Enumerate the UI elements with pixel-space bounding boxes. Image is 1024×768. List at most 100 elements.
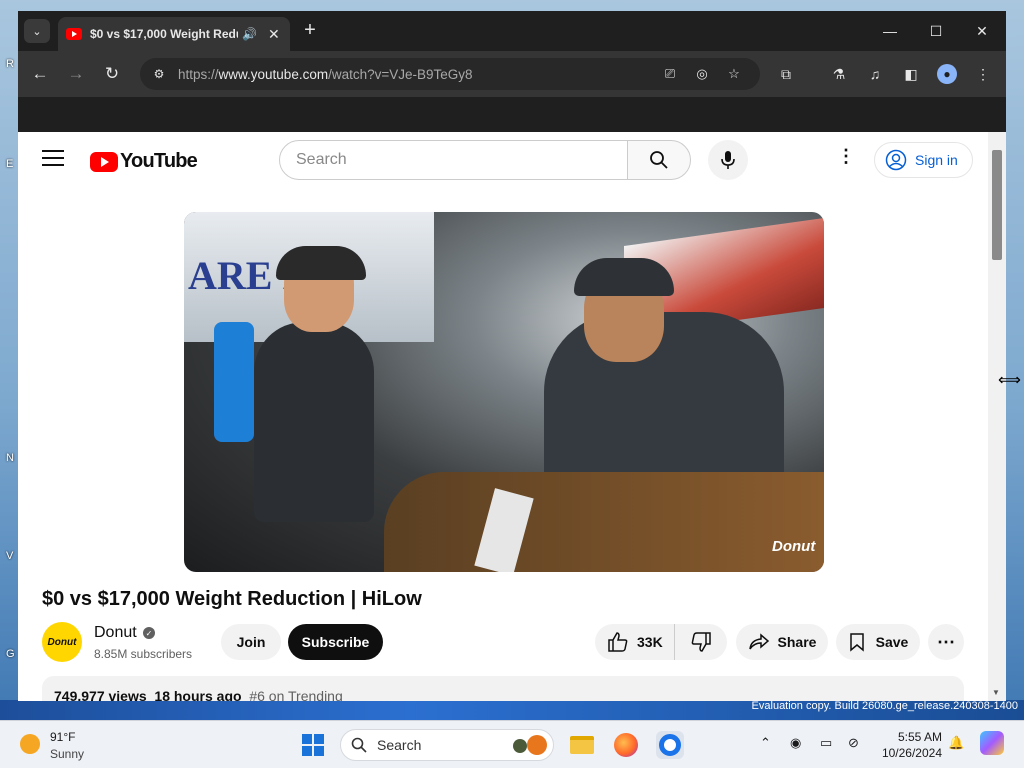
channel-avatar[interactable]: Donut (42, 622, 82, 662)
owner-row: Donut Donut ✓ 8.85M subscribers Join Sub… (42, 622, 972, 662)
scroll-down-arrow-icon[interactable]: ▼ (992, 688, 1000, 697)
copilot-eye-icon[interactable]: ◉ (790, 735, 801, 751)
video-pants (384, 472, 824, 572)
thumbs-up-icon (608, 632, 628, 652)
speaker-icon[interactable]: 🔊 (242, 27, 258, 41)
search-input[interactable] (279, 140, 628, 180)
video-cap-left (276, 246, 366, 280)
search-button[interactable] (627, 140, 691, 180)
video-cap-right (574, 258, 674, 296)
youtube-favicon-icon (66, 28, 82, 40)
share-icon (748, 633, 769, 650)
share-button[interactable]: Share (736, 624, 828, 660)
evaluation-watermark: Evaluation copy. Build 26080.ge_release.… (751, 700, 1018, 712)
dislike-button[interactable] (675, 624, 727, 660)
save-button[interactable]: Save (836, 624, 920, 660)
side-panel-icon[interactable]: ◧ (900, 63, 922, 85)
account-icon (885, 149, 907, 171)
sign-in-button[interactable]: Sign in (874, 142, 973, 178)
halloween-gourd-icon (513, 739, 527, 753)
weather-condition[interactable]: Sunny (50, 747, 84, 761)
description-box[interactable]: 749,977 views 18 hours ago #6 on Trendin… (42, 676, 964, 701)
donut-watermark: Donut (772, 538, 816, 555)
verified-badge-icon: ✓ (143, 627, 155, 639)
video-blue-car (214, 322, 254, 442)
back-button[interactable]: ← (26, 61, 54, 87)
upload-age: 18 hours ago (154, 688, 242, 701)
youtube-page: YouTube ⋮ Sign in ARE P (18, 132, 988, 701)
url-text[interactable]: https://www.youtube.com/watch?v=VJe-B9Te… (178, 67, 473, 82)
new-tab-button[interactable]: + (298, 19, 322, 41)
youtube-play-icon (90, 151, 118, 172)
browser-toolbar: ← → ↻ ⚙ https://www.youtube.com/watch?v=… (18, 51, 1006, 97)
chrome-icon[interactable] (656, 731, 684, 759)
settings-more-icon[interactable]: ⋮ (834, 146, 858, 174)
tab-bar: ⌄ $0 vs $17,000 Weight Reduc 🔊 ✕ + — ☐ ✕ (18, 11, 1006, 51)
toolbar-spacer (18, 97, 1006, 132)
halloween-pumpkin-icon (527, 735, 547, 755)
page-scrollbar[interactable]: ▼ (988, 132, 1006, 701)
display-icon[interactable]: ▭ (820, 735, 832, 751)
video-player[interactable]: ARE P Donut (184, 212, 824, 572)
channel-name[interactable]: Donut (94, 624, 137, 642)
voice-search-button[interactable] (708, 140, 748, 180)
tab-title: $0 vs $17,000 Weight Reduc (90, 27, 238, 41)
reload-button[interactable]: ↻ (98, 61, 126, 87)
system-clock[interactable]: 5:55 AM 10/26/2024 (876, 729, 942, 761)
video-title: $0 vs $17,000 Weight Reduction | HiLow (42, 588, 422, 610)
labs-icon[interactable]: ⚗ (828, 63, 850, 85)
hamburger-menu-icon[interactable] (42, 150, 64, 168)
install-app-icon[interactable]: ⎚ (660, 64, 680, 84)
maximize-button[interactable]: ☐ (916, 17, 956, 45)
like-button[interactable]: 33K (595, 624, 675, 660)
resize-cursor-icon: ⟺ (998, 372, 1021, 389)
address-bar[interactable]: ⚙ https://www.youtube.com/watch?v=VJe-B9… (140, 58, 760, 90)
tab-active[interactable]: $0 vs $17,000 Weight Reduc 🔊 ✕ (58, 17, 290, 51)
desktop-icon-label[interactable]: R (6, 58, 14, 70)
taskbar-search[interactable]: Search (340, 729, 554, 761)
extensions-icon[interactable]: ⧉ (775, 63, 797, 85)
search-icon (351, 737, 367, 753)
search-icon (650, 151, 668, 169)
network-icon[interactable]: ⊘ (848, 735, 859, 751)
tab-search-button[interactable]: ⌄ (24, 19, 50, 43)
profile-icon[interactable]: ● (936, 63, 958, 85)
firefox-icon[interactable] (612, 731, 640, 759)
subscribe-button[interactable]: Subscribe (288, 624, 383, 660)
desktop-icon-label[interactable]: V (6, 550, 13, 562)
like-dislike-group: 33K (595, 624, 727, 660)
more-actions-icon[interactable]: ⋯ (928, 624, 964, 660)
bookmark-star-icon[interactable]: ☆ (724, 64, 744, 84)
microphone-icon (721, 151, 735, 169)
close-window-button[interactable]: ✕ (962, 17, 1002, 45)
site-info-icon[interactable]: ⚙ (148, 63, 170, 85)
media-controls-icon[interactable]: ♫ (864, 63, 886, 85)
file-explorer-icon[interactable] (568, 731, 596, 759)
trending-tag[interactable]: #6 on Trending (249, 688, 342, 701)
close-tab-icon[interactable]: ✕ (268, 26, 280, 43)
minimize-button[interactable]: — (870, 17, 910, 45)
thumbs-down-icon (691, 632, 711, 652)
start-button[interactable] (302, 734, 324, 756)
save-bookmark-icon (849, 633, 864, 652)
desktop-icon-label[interactable]: G (6, 648, 15, 660)
notification-bell-icon[interactable]: 🔔 (948, 735, 964, 751)
video-person-left (254, 322, 374, 522)
copilot-pre-icon[interactable] (980, 731, 1004, 755)
eye-off-icon[interactable]: ◎ (692, 64, 712, 84)
taskbar: 91°F Sunny Search ⌃ ◉ ▭ ⊘ 5:55 AM 10/26/… (0, 720, 1024, 768)
youtube-header: YouTube ⋮ Sign in (18, 132, 988, 188)
desktop-icon-label[interactable]: E (6, 158, 13, 170)
weather-temperature[interactable]: 91°F (50, 730, 75, 744)
desktop-icon-label[interactable]: N (6, 452, 14, 464)
chrome-menu-icon[interactable]: ⋮ (972, 63, 994, 85)
browser-window: ⌄ $0 vs $17,000 Weight Reduc 🔊 ✕ + — ☐ ✕… (18, 11, 1006, 701)
subscriber-count: 8.85M subscribers (94, 647, 193, 661)
view-count: 749,977 views (54, 688, 147, 701)
join-button[interactable]: Join (221, 624, 281, 660)
scrollbar-thumb[interactable] (992, 150, 1002, 260)
show-hidden-icons-chevron-icon[interactable]: ⌃ (760, 735, 771, 751)
forward-button[interactable]: → (62, 61, 90, 87)
youtube-logo[interactable]: YouTube (90, 150, 198, 173)
sun-icon[interactable] (20, 734, 40, 754)
